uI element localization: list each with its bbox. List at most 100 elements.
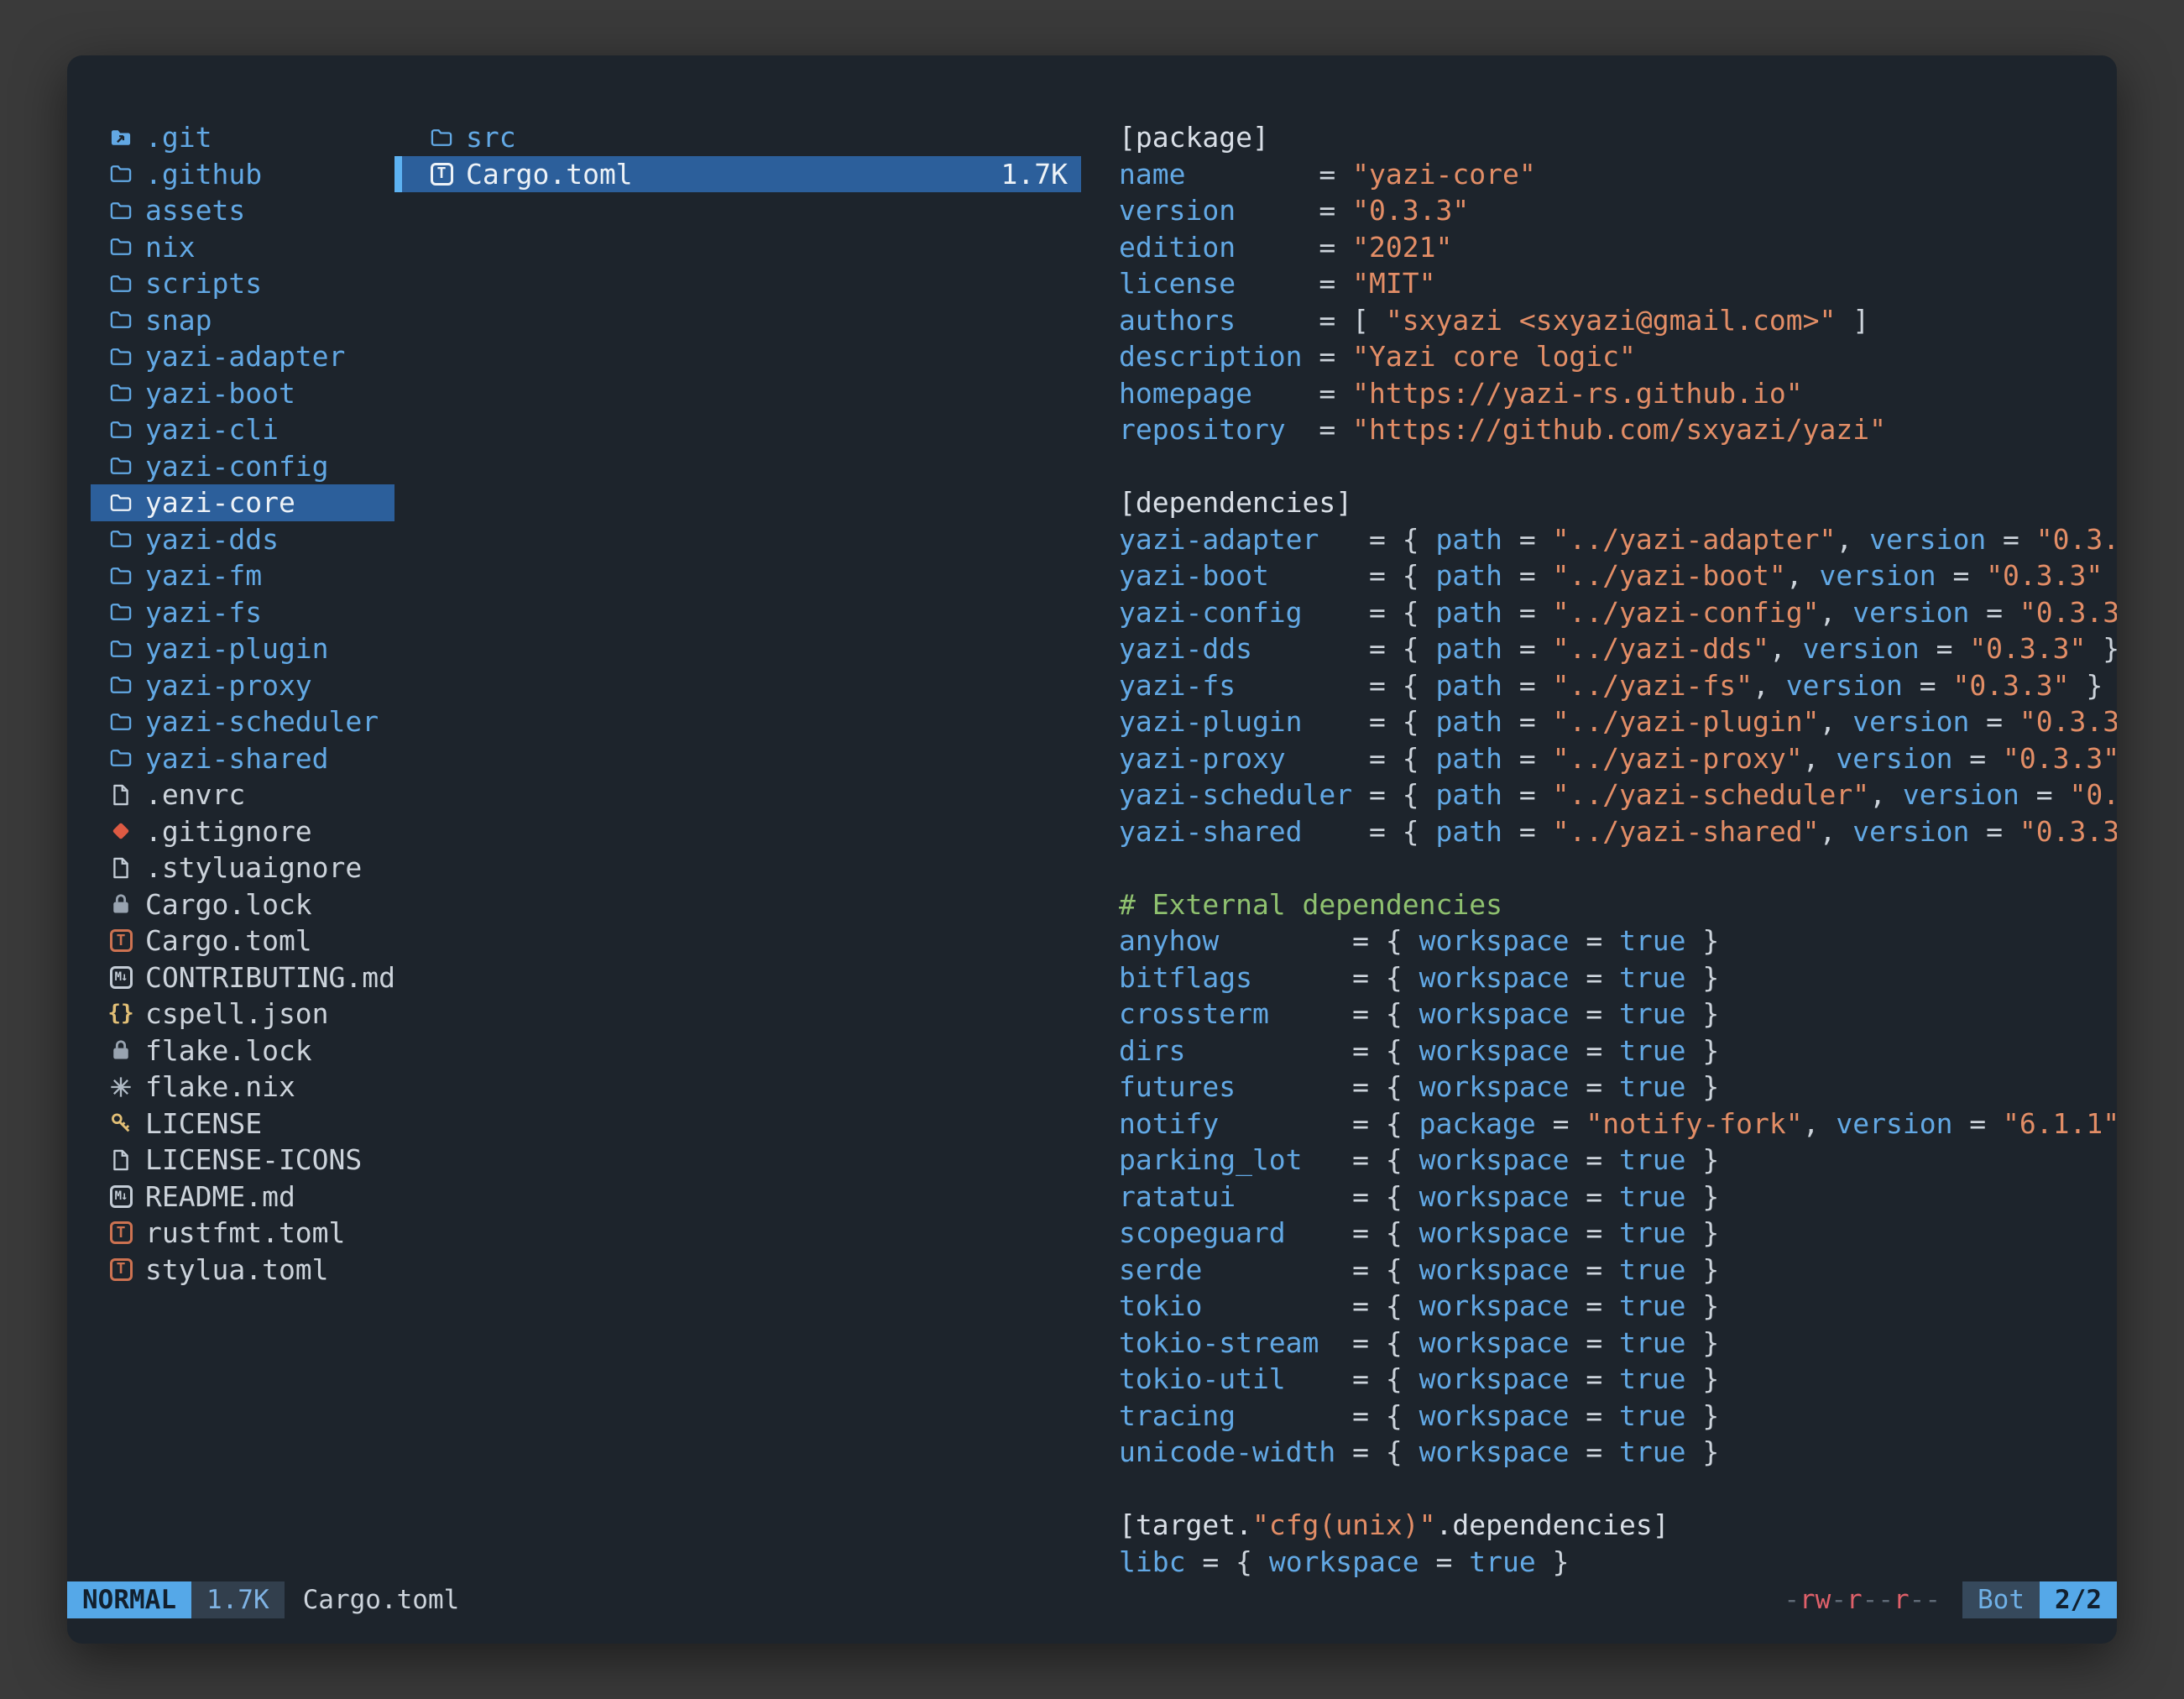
preview-line: yazi-adapter = { path = "../yazi-adapter… [1119, 521, 2117, 558]
file-item-Cargo.lock[interactable]: Cargo.lock [91, 886, 394, 923]
dir-item-.git[interactable]: .git [91, 119, 394, 156]
lock-icon [107, 1037, 134, 1064]
dir-item-yazi-scheduler[interactable]: yazi-scheduler [91, 703, 394, 740]
item-name: snap [145, 302, 212, 339]
preview-line: crossterm = { workspace = true } [1119, 996, 2117, 1032]
item-name: .github [145, 156, 262, 193]
item-size: 1.7K [1001, 156, 1081, 193]
desktop: { "colors": { "terminal_background": "#1… [0, 0, 2184, 1699]
item-name: Cargo.toml [466, 156, 633, 193]
dir-item-src[interactable]: src [394, 119, 1081, 156]
file-permissions: -rw-r--r-- [1784, 1581, 1941, 1618]
file-item-CONTRIBUTING.md[interactable]: M↓CONTRIBUTING.md [91, 959, 394, 996]
item-name: yazi-shared [145, 740, 329, 777]
scroll-position-label: Bot [1962, 1581, 2040, 1618]
dir-item-snap[interactable]: snap [91, 302, 394, 339]
preview-line: yazi-shared = { path = "../yazi-shared",… [1119, 813, 2117, 850]
status-right: -rw-r--r-- Bot 2/2 [1784, 1581, 2117, 1618]
preview-line: yazi-scheduler = { path = "../yazi-sched… [1119, 776, 2117, 813]
snow-icon [107, 1074, 134, 1100]
preview-line: tokio-util = { workspace = true } [1119, 1361, 2117, 1398]
preview-line: scopeguard = { workspace = true } [1119, 1215, 2117, 1252]
folder-icon [107, 379, 134, 406]
dir-item-yazi-boot[interactable]: yazi-boot [91, 375, 394, 412]
status-filename: Cargo.toml [303, 1581, 460, 1618]
preview-line: edition = "2021" [1119, 229, 2117, 266]
preview-line: bitflags = { workspace = true } [1119, 959, 2117, 996]
item-name: assets [145, 192, 245, 229]
dir-item-scripts[interactable]: scripts [91, 265, 394, 302]
lock-icon [107, 891, 134, 917]
preview-line: ratatui = { workspace = true } [1119, 1179, 2117, 1215]
file-item-.gitignore[interactable]: .gitignore [91, 813, 394, 850]
item-name: src [466, 119, 516, 156]
item-name: cspell.json [145, 996, 329, 1032]
folder-icon [107, 416, 134, 443]
dir-item-assets[interactable]: assets [91, 192, 394, 229]
file-item-LICENSE[interactable]: LICENSE [91, 1106, 394, 1142]
status-bar: NORMAL 1.7K Cargo.toml -rw-r--r-- Bot 2/… [67, 1581, 2117, 1618]
item-name: .styluaignore [145, 850, 362, 886]
mode-badge: NORMAL [67, 1581, 191, 1618]
item-name: yazi-plugin [145, 630, 329, 667]
file-item-Cargo.toml[interactable]: TCargo.toml1.7K [394, 156, 1081, 193]
item-name: yazi-config [145, 448, 329, 485]
preview-line: version = "0.3.3" [1119, 192, 2117, 229]
preview-line: notify = { package = "notify-fork", vers… [1119, 1106, 2117, 1142]
file-item-.envrc[interactable]: .envrc [91, 776, 394, 813]
folder-icon [107, 635, 134, 662]
preview-line: license = "MIT" [1119, 265, 2117, 302]
dir-item-yazi-adapter[interactable]: yazi-adapter [91, 338, 394, 375]
file-item-LICENSE-ICONS[interactable]: LICENSE-ICONS [91, 1142, 394, 1179]
folder-icon [428, 124, 455, 151]
file-item-Cargo.toml[interactable]: TCargo.toml [91, 923, 394, 959]
dir-item-yazi-fs[interactable]: yazi-fs [91, 594, 394, 631]
cursor-position-badge: 2/2 [2040, 1581, 2117, 1618]
dir-item-yazi-fm[interactable]: yazi-fm [91, 557, 394, 594]
preview-line: yazi-boot = { path = "../yazi-boot", ver… [1119, 557, 2117, 594]
file-item-flake.nix[interactable]: flake.nix [91, 1069, 394, 1106]
item-name: .gitignore [145, 813, 312, 850]
file-item-cspell.json[interactable]: {} cspell.json [91, 996, 394, 1032]
folder-icon [107, 197, 134, 224]
hover-marker [394, 156, 402, 193]
folder-icon [107, 452, 134, 479]
dir-item-yazi-plugin[interactable]: yazi-plugin [91, 630, 394, 667]
preview-line: yazi-plugin = { path = "../yazi-plugin",… [1119, 703, 2117, 740]
dir-item-yazi-shared[interactable]: yazi-shared [91, 740, 394, 777]
preview-line: unicode-width = { workspace = true } [1119, 1434, 2117, 1471]
preview-line: libc = { workspace = true } [1119, 1544, 2117, 1581]
parent-pane: .git.githubassetsnixscriptssnapyazi-adap… [91, 119, 394, 1581]
folder-icon [107, 745, 134, 771]
folder-icon [107, 270, 134, 297]
git-icon [107, 818, 134, 844]
folder-icon [107, 160, 134, 187]
key-icon [107, 1110, 134, 1137]
dir-item-nix[interactable]: nix [91, 229, 394, 266]
preview-line: authors = [ "sxyazi <sxyazi@gmail.com>" … [1119, 302, 2117, 339]
item-name: yazi-core [145, 484, 295, 521]
file-item-.styluaignore[interactable]: .styluaignore [91, 850, 394, 886]
preview-line: homepage = "https://yazi-rs.github.io" [1119, 375, 2117, 412]
item-name: .envrc [145, 776, 245, 813]
preview-line: parking_lot = { workspace = true } [1119, 1142, 2117, 1179]
item-name: flake.nix [145, 1069, 295, 1106]
item-name: scripts [145, 265, 262, 302]
file-item-flake.lock[interactable]: flake.lock [91, 1032, 394, 1069]
dir-item-yazi-dds[interactable]: yazi-dds [91, 521, 394, 558]
file-item-rustfmt.toml[interactable]: Trustfmt.toml [91, 1215, 394, 1252]
dir-item-yazi-cli[interactable]: yazi-cli [91, 411, 394, 448]
file-item-stylua.toml[interactable]: Tstylua.toml [91, 1252, 394, 1289]
folder-icon [107, 525, 134, 552]
dir-item-yazi-config[interactable]: yazi-config [91, 448, 394, 485]
folder-icon [107, 672, 134, 698]
item-name: stylua.toml [145, 1252, 329, 1289]
preview-line [1119, 1471, 2117, 1508]
dir-item-yazi-core[interactable]: yazi-core [91, 484, 394, 521]
preview-line: tokio = { workspace = true } [1119, 1288, 2117, 1325]
dir-item-.github[interactable]: .github [91, 156, 394, 193]
dir-item-yazi-proxy[interactable]: yazi-proxy [91, 667, 394, 704]
file-item-README.md[interactable]: M↓README.md [91, 1179, 394, 1215]
folder-icon [107, 599, 134, 625]
json-icon: {} [107, 1001, 134, 1027]
